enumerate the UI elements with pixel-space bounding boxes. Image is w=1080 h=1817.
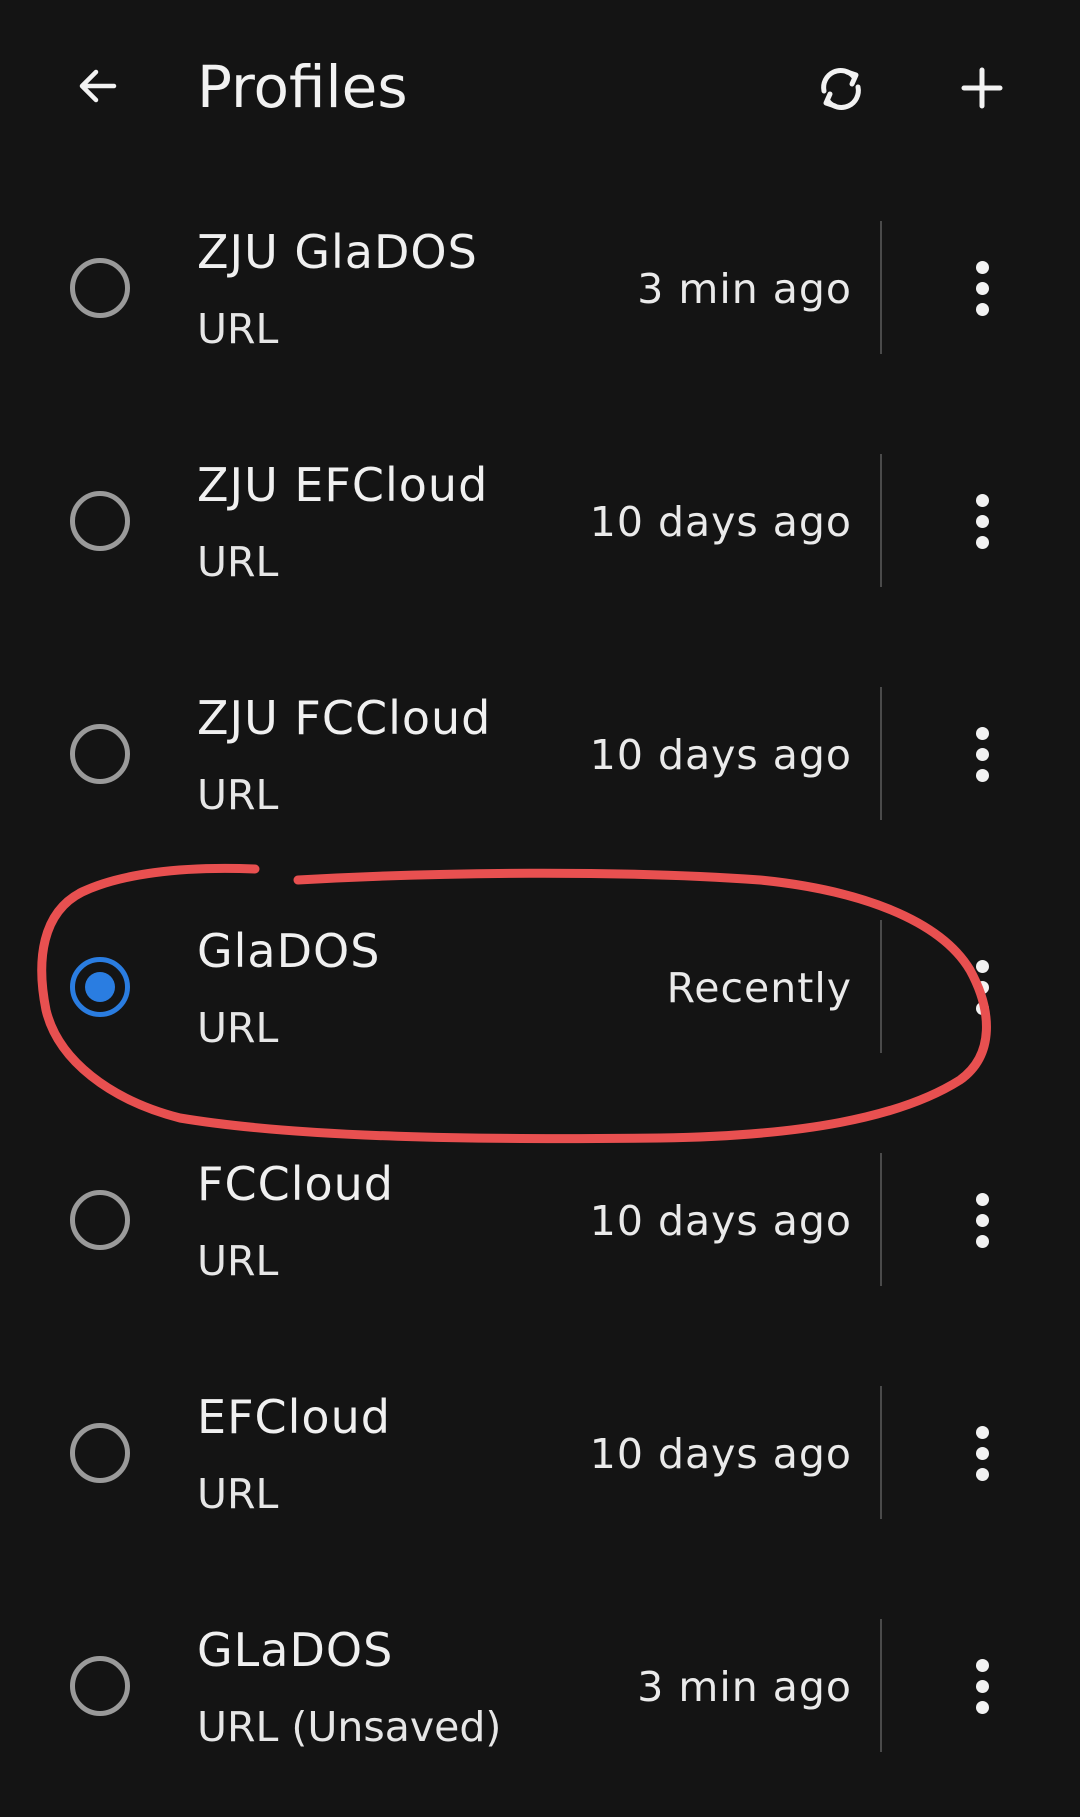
more-options-button[interactable] bbox=[950, 1188, 1014, 1252]
profile-row[interactable]: EFCloud URL 10 days ago bbox=[0, 1351, 1080, 1584]
radio-button[interactable] bbox=[70, 724, 130, 784]
profile-type: URL bbox=[197, 1237, 279, 1285]
more-vert-icon-dot bbox=[975, 980, 989, 994]
more-options-button[interactable] bbox=[950, 256, 1014, 320]
profile-type: URL bbox=[197, 771, 279, 819]
profile-name: GLaDOS bbox=[197, 1623, 394, 1677]
profile-updated: Recently bbox=[666, 964, 852, 1012]
arrow-left-icon bbox=[79, 69, 117, 103]
more-options-button[interactable] bbox=[950, 955, 1014, 1019]
more-vert-icon bbox=[975, 1192, 989, 1206]
profile-updated: 3 min ago bbox=[637, 265, 852, 313]
more-vert-icon bbox=[975, 1658, 989, 1672]
profile-name: EFCloud bbox=[197, 1390, 391, 1444]
profile-type: URL (Unsaved) bbox=[197, 1703, 502, 1751]
more-vert-icon-dot bbox=[975, 1001, 989, 1015]
sync-icon bbox=[821, 68, 861, 110]
more-vert-icon-dot bbox=[975, 747, 989, 761]
more-options-button[interactable] bbox=[950, 489, 1014, 553]
more-options-button[interactable] bbox=[950, 1654, 1014, 1718]
more-vert-icon-dot bbox=[975, 1213, 989, 1227]
app-bar: Profiles bbox=[0, 0, 1080, 180]
profile-type: URL bbox=[197, 1470, 279, 1518]
add-profile-button[interactable] bbox=[952, 58, 1012, 118]
profile-row[interactable]: GLaDOS URL (Unsaved) 3 min ago bbox=[0, 1584, 1080, 1817]
profile-updated: 10 days ago bbox=[589, 498, 852, 546]
profile-type: URL bbox=[197, 1004, 279, 1052]
more-vert-icon-dot bbox=[975, 1700, 989, 1714]
more-vert-icon bbox=[975, 493, 989, 507]
profile-name: GlaDOS bbox=[197, 924, 381, 978]
divider bbox=[880, 454, 882, 587]
more-vert-icon-dot bbox=[975, 1234, 989, 1248]
more-vert-icon-dot bbox=[975, 302, 989, 316]
more-vert-icon bbox=[975, 260, 989, 274]
profile-row[interactable]: FCCloud URL 10 days ago bbox=[0, 1118, 1080, 1351]
profile-row[interactable]: ZJU FCCloud URL 10 days ago bbox=[0, 652, 1080, 885]
more-vert-icon-dot bbox=[975, 1679, 989, 1693]
divider bbox=[880, 920, 882, 1053]
more-vert-icon-dot bbox=[975, 535, 989, 549]
divider bbox=[880, 687, 882, 820]
profile-row-selected[interactable]: GlaDOS URL Recently bbox=[0, 885, 1080, 1118]
more-options-button[interactable] bbox=[950, 1421, 1014, 1485]
profile-list: ZJU GlaDOS URL 3 min ago ZJU EFCloud URL… bbox=[0, 186, 1080, 1817]
radio-button[interactable] bbox=[70, 491, 130, 551]
profile-name: ZJU GlaDOS bbox=[197, 225, 478, 279]
profile-type: URL bbox=[197, 538, 279, 586]
more-vert-icon bbox=[975, 726, 989, 740]
more-vert-icon-dot bbox=[975, 514, 989, 528]
profile-row[interactable]: ZJU EFCloud URL 10 days ago bbox=[0, 419, 1080, 652]
more-vert-icon-dot bbox=[975, 1446, 989, 1460]
sync-button[interactable] bbox=[810, 58, 872, 120]
divider bbox=[880, 1153, 882, 1286]
radio-button[interactable] bbox=[70, 1423, 130, 1483]
profile-name: ZJU EFCloud bbox=[197, 458, 489, 512]
plus-icon bbox=[961, 67, 1003, 109]
page-title: Profiles bbox=[197, 53, 408, 121]
profile-row[interactable]: ZJU GlaDOS URL 3 min ago bbox=[0, 186, 1080, 419]
radio-button[interactable] bbox=[70, 258, 130, 318]
more-options-button[interactable] bbox=[950, 722, 1014, 786]
divider bbox=[880, 221, 882, 354]
more-vert-icon bbox=[975, 1425, 989, 1439]
radio-button[interactable] bbox=[70, 1190, 130, 1250]
profile-name: ZJU FCCloud bbox=[197, 691, 492, 745]
profile-updated: 10 days ago bbox=[589, 1430, 852, 1478]
radio-button[interactable] bbox=[70, 1656, 130, 1716]
more-vert-icon-dot bbox=[975, 281, 989, 295]
more-vert-icon-dot bbox=[975, 768, 989, 782]
divider bbox=[880, 1619, 882, 1752]
profile-updated: 10 days ago bbox=[589, 731, 852, 779]
profile-updated: 3 min ago bbox=[637, 1663, 852, 1711]
more-vert-icon-dot bbox=[975, 1467, 989, 1481]
divider bbox=[880, 1386, 882, 1519]
back-button[interactable] bbox=[70, 58, 126, 114]
profile-updated: 10 days ago bbox=[589, 1197, 852, 1245]
profile-type: URL bbox=[197, 305, 279, 353]
profile-name: FCCloud bbox=[197, 1157, 394, 1211]
radio-button-selected[interactable] bbox=[70, 957, 130, 1017]
more-vert-icon bbox=[975, 959, 989, 973]
